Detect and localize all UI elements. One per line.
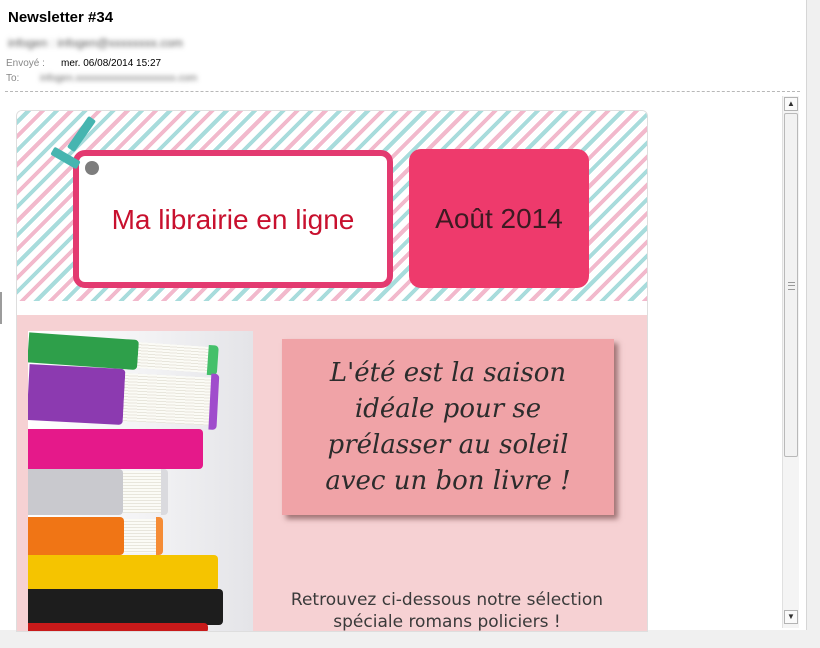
email-subject: Newsletter #34 (8, 9, 114, 26)
window-bottom-edge (0, 630, 820, 648)
sent-label: Envoyé : (6, 58, 45, 69)
newsletter-content: L'été est la saison idéale pour se préla… (17, 315, 647, 632)
quote-card: L'été est la saison idéale pour se préla… (282, 339, 614, 515)
grip-icon (788, 282, 795, 290)
book-black (28, 589, 223, 625)
ribbon-tail-icon (50, 146, 81, 170)
arrow-up-icon: ▲ (787, 99, 795, 108)
scroll-up-button[interactable]: ▲ (784, 97, 798, 111)
sent-date: mer. 06/08/2014 15:27 (61, 58, 162, 69)
newsletter-banner: Ma librairie en ligne Août 2014 (17, 111, 647, 301)
scrollbar-thumb[interactable] (784, 113, 798, 457)
book-red (28, 623, 208, 631)
header-divider (5, 91, 800, 92)
quote-text: L'été est la saison idéale pour se préla… (325, 358, 571, 496)
window-right-edge (806, 0, 820, 648)
ribbon-icon (66, 115, 97, 153)
book-purple (28, 364, 220, 430)
pane-edge-marker (0, 292, 2, 324)
newsletter-date: Août 2014 (435, 202, 563, 234)
scroll-down-button[interactable]: ▼ (784, 610, 798, 624)
book-stack-image (28, 331, 253, 631)
book-yellow (28, 555, 218, 591)
tag-hole-icon (85, 161, 99, 175)
selection-intro: Retrouvez ci-dessous notre sélection spé… (290, 590, 604, 632)
book-pink (28, 429, 203, 469)
arrow-down-icon: ▼ (787, 612, 795, 621)
book-orange (28, 517, 163, 555)
email-sender-redacted: infogen : infogen@xxxxxxxx.com (8, 36, 183, 50)
book-silver (28, 469, 168, 515)
date-card: Août 2014 (409, 149, 589, 288)
to-label: To: (6, 73, 20, 84)
title-card: Ma librairie en ligne (73, 150, 393, 288)
banner-divider (17, 301, 647, 315)
newsletter-body: Ma librairie en ligne Août 2014 L'été es… (16, 110, 648, 632)
vertical-scrollbar[interactable]: ▲ ▼ (782, 96, 799, 628)
newsletter-title: Ma librairie en ligne (111, 203, 355, 235)
to-recipient-redacted: infogen.xxxxxxxxxxxxxxxxxxxx.com (40, 73, 198, 84)
